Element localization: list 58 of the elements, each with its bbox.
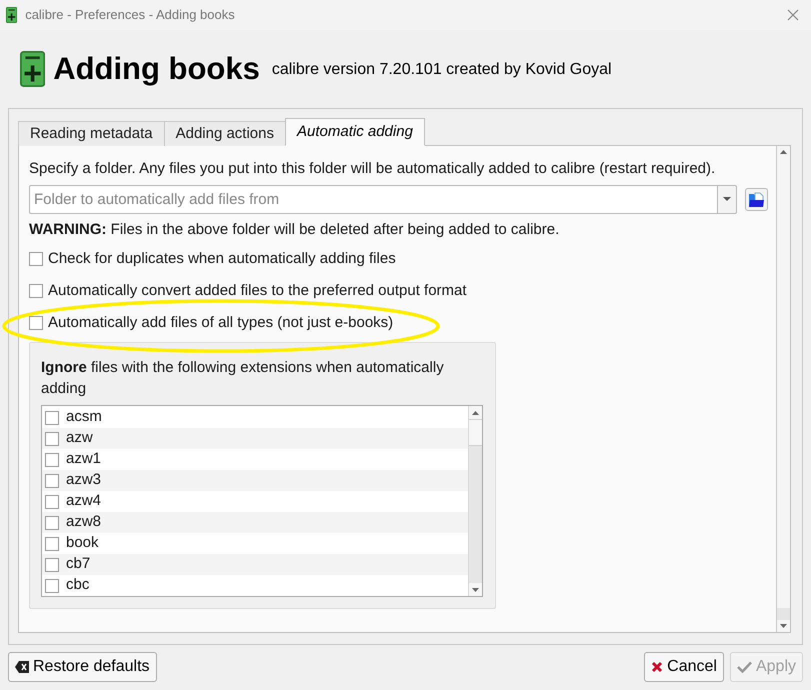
list-row[interactable]: azw3: [42, 470, 468, 491]
checkbox[interactable]: [45, 558, 59, 572]
folder-field[interactable]: Folder to automatically add files from: [29, 185, 717, 214]
checkbox[interactable]: [45, 494, 59, 508]
window-title: calibre - Preferences - Adding books: [25, 6, 235, 24]
warning-text: WARNING: Files in the above folder will be deleted after being added to calibre.: [29, 220, 560, 240]
option-label: Automatically add files of all types (not just e-books): [48, 312, 394, 333]
tab[interactable]: Automatic adding: [285, 118, 425, 146]
version-text: calibre version 7.20.101 created by Kovid Goyal: [272, 60, 612, 80]
scroll-down-icon[interactable]: [472, 588, 479, 592]
tab[interactable]: Adding actions: [164, 121, 286, 146]
checkbox[interactable]: [29, 284, 43, 298]
close-icon: [651, 661, 664, 673]
folder-icon: [748, 192, 765, 208]
scrollbar[interactable]: [468, 406, 482, 596]
checkbox[interactable]: [45, 410, 59, 424]
checkmark-icon: [736, 661, 752, 673]
checkbox[interactable]: [45, 474, 59, 488]
list-row[interactable]: cb7: [42, 554, 468, 575]
extension-label: cbc: [66, 575, 90, 596]
close-icon[interactable]: [787, 9, 799, 21]
dropdown-arrow-icon: [723, 197, 731, 202]
cancel-button[interactable]: Cancel: [644, 652, 724, 682]
list-row[interactable]: azw: [42, 428, 468, 449]
scroll-down-icon[interactable]: [780, 624, 787, 628]
extension-label: book: [66, 533, 99, 554]
tab[interactable]: Reading metadata: [18, 121, 165, 146]
extension-label: azw: [66, 428, 93, 448]
extension-label: cb7: [66, 554, 90, 574]
checkbox[interactable]: [29, 252, 43, 266]
extension-label: azw8: [66, 512, 102, 532]
browse-folder-button[interactable]: [745, 188, 768, 211]
scrollbar[interactable]: [776, 146, 790, 632]
extension-label: acsm: [66, 407, 102, 428]
group-caption: Ignore files with the following extensions when automatically adding: [41, 358, 445, 399]
page-title: Adding books: [53, 50, 260, 88]
option-label: Automatically convert added files to the preferred output format: [48, 280, 467, 301]
checkbox[interactable]: [45, 536, 59, 550]
checkbox[interactable]: [45, 452, 59, 466]
extension-label: azw3: [66, 470, 102, 490]
extension-label: azw4: [66, 491, 102, 512]
checkbox[interactable]: [45, 578, 59, 592]
restore-button[interactable]: Restore defaults: [8, 652, 157, 682]
checkbox[interactable]: [29, 316, 43, 330]
scroll-thumb[interactable]: [469, 419, 482, 446]
backspace-icon: [15, 661, 29, 673]
checkbox[interactable]: [45, 516, 59, 530]
scroll-thumb[interactable]: [777, 608, 790, 620]
option-label: Check for duplicates when automatically adding files: [48, 248, 396, 269]
app-icon: [6, 7, 18, 23]
checkbox[interactable]: [45, 432, 59, 446]
book-icon: [20, 51, 46, 87]
intro-text: Specify a folder. Any files you put into this folder will be automatically added to calibre (restart required).: [29, 159, 716, 179]
dropdown-button[interactable]: [717, 185, 737, 214]
scroll-up-icon[interactable]: [472, 410, 479, 414]
scroll-up-icon[interactable]: [780, 150, 787, 154]
extension-label: azw1: [66, 449, 102, 470]
list-row[interactable]: azw8: [42, 512, 468, 533]
